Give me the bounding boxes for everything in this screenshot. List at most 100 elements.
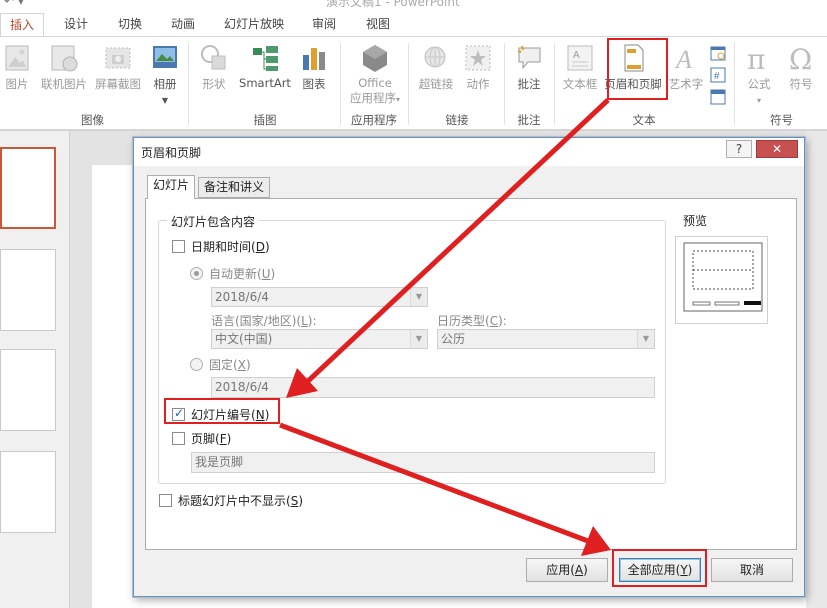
ribbon-tabs: 插入 设计 切换 动画 幻灯片放映 审阅 视图 — [0, 10, 827, 36]
header-footer-dialog: 页眉和页脚 ? ✕ 幻灯片 备注和讲义 幻灯片包含内容 日期和时间(D) 自动更… — [133, 137, 805, 597]
equation-button[interactable]: π 公式 ▾ — [742, 43, 776, 106]
symbol-label: 符号 — [789, 77, 813, 91]
dropdown-arrow-icon: ▾ — [395, 95, 400, 104]
header-footer-button[interactable]: 页眉和页脚 — [602, 43, 664, 92]
album-button[interactable]: 相册 ▼ — [148, 43, 182, 106]
action-button[interactable]: 动作 — [462, 43, 494, 92]
auto-date-combo[interactable]: 2018/6/4 ▼ — [211, 287, 428, 307]
slide-number-checkbox[interactable]: 幻灯片编号(N) — [172, 406, 269, 423]
group-separator — [504, 43, 505, 125]
tab-design[interactable]: 设计 — [56, 13, 96, 36]
group-label-apps: 应用程序 — [351, 113, 397, 127]
footer-checkbox[interactable]: 页脚(F) — [172, 430, 231, 447]
chevron-down-icon[interactable]: ▼ — [637, 330, 654, 348]
footer-check[interactable] — [172, 432, 185, 445]
fixed-date-input[interactable]: 2018/6/4 — [211, 377, 655, 398]
screenshot-label: 屏幕截图 — [95, 77, 141, 91]
shapes-button[interactable]: 形状 — [196, 43, 232, 92]
group-separator — [340, 43, 341, 125]
slide-number-icon[interactable]: # — [710, 67, 726, 83]
chevron-down-icon[interactable]: ▼ — [410, 288, 427, 306]
group-label-text: 文本 — [632, 113, 656, 127]
help-button[interactable]: ? — [726, 140, 752, 158]
date-time-label: 日期和时间 — [191, 240, 252, 254]
online-picture-icon — [51, 45, 78, 72]
group-separator — [188, 43, 189, 125]
slide-number-check[interactable] — [172, 406, 185, 421]
auto-update-radio-dot[interactable] — [190, 267, 203, 280]
auto-update-radio[interactable]: 自动更新(U) — [190, 265, 275, 282]
dropdown-arrow-icon: ▾ — [756, 96, 761, 105]
date-time-icon[interactable] — [710, 45, 726, 61]
fixed-radio[interactable]: 固定(X) — [190, 356, 251, 373]
online-picture-label: 联机图片 — [41, 77, 87, 91]
omega-icon: Ω — [789, 43, 812, 73]
preview-label: 预览 — [683, 214, 708, 228]
svg-text:π: π — [747, 43, 765, 73]
calendar-key: C — [489, 314, 499, 328]
smartart-button[interactable]: SmartArt — [236, 43, 294, 90]
date-time-checkbox[interactable]: 日期和时间(D) — [172, 238, 270, 255]
cancel-button[interactable]: 取消 — [711, 558, 793, 582]
slide-thumbnail[interactable] — [0, 249, 56, 331]
include-group-title: 幻灯片包含内容 — [167, 213, 260, 230]
apply-all-button[interactable]: 全部应用(Y) — [619, 558, 701, 582]
chart-icon — [303, 48, 325, 70]
apply-button[interactable]: 应用(A) — [526, 558, 608, 582]
online-picture-button[interactable]: 联机图片 — [38, 43, 90, 92]
include-group: 幻灯片包含内容 — [158, 213, 666, 484]
auto-date-value: 2018/6/4 — [215, 290, 269, 304]
date-time-key: D — [255, 240, 265, 254]
language-combo[interactable]: 中文(中国) ▼ — [211, 329, 428, 349]
chart-button[interactable]: 图表 — [298, 43, 330, 92]
tab-review[interactable]: 审阅 — [304, 13, 344, 36]
tab-animations[interactable]: 动画 — [163, 13, 203, 36]
slide-thumbnail[interactable] — [0, 349, 56, 431]
footer-key: F — [219, 432, 227, 446]
hide-on-title-checkbox[interactable]: 标题幻灯片中不显示(S) — [159, 492, 303, 509]
undo-icon[interactable]: ↶ ▾ — [4, 0, 24, 8]
chevron-down-icon[interactable]: ▼ — [410, 330, 427, 348]
textbox-button[interactable]: A 文本框 — [560, 43, 600, 92]
comment-label: 批注 — [517, 77, 541, 91]
tab-view[interactable]: 视图 — [358, 13, 398, 36]
hide-on-title-check[interactable] — [159, 494, 172, 507]
window-title: 演示文稿1 - PowerPoint — [326, 0, 460, 9]
object-icon[interactable] — [710, 89, 726, 105]
auto-update-key: U — [261, 267, 271, 281]
picture-button[interactable]: 图片 — [0, 43, 34, 92]
chart-label: 图表 — [302, 77, 326, 91]
symbol-button[interactable]: Ω 符号 — [784, 43, 818, 92]
footer-text-input[interactable]: 我是页脚 — [191, 452, 655, 473]
slide-thumbnail[interactable] — [0, 451, 56, 533]
close-button[interactable]: ✕ — [756, 140, 798, 158]
comment-button[interactable]: 批注 — [512, 43, 546, 92]
hyperlink-button[interactable]: 超链接 — [414, 43, 458, 92]
preview-slide-diagram — [683, 242, 763, 312]
title-bar: ↶ ▾ 演示文稿1 - PowerPoint — [0, 0, 827, 10]
office-apps-label-2: 应用程序 — [349, 91, 396, 105]
date-time-check[interactable] — [172, 240, 185, 253]
vertical-scrollbar[interactable] — [806, 131, 827, 608]
ribbon: 图片 联机图片 屏幕截图 相册 ▼ 图像 形状 SmartArt 图表 插图 Of… — [0, 36, 827, 130]
tab-insert[interactable]: 插入 — [0, 13, 44, 36]
slide-thumbnail[interactable] — [0, 147, 56, 229]
smartart-icon — [253, 46, 278, 71]
wordart-icon: A — [674, 45, 692, 73]
wordart-button[interactable]: A 艺术字 — [668, 43, 704, 92]
auto-update-label: 自动更新 — [209, 267, 258, 281]
tab-notes-handouts[interactable]: 备注和讲义 — [198, 177, 271, 198]
pi-icon: π — [747, 43, 765, 73]
dialog-title: 页眉和页脚 — [141, 146, 202, 160]
svg-text:#: # — [714, 71, 720, 82]
tab-slideshow[interactable]: 幻灯片放映 — [218, 13, 290, 36]
thumbnail-pane[interactable] — [0, 131, 70, 608]
tab-transitions[interactable]: 切换 — [110, 13, 150, 36]
header-footer-label: 页眉和页脚 — [604, 77, 662, 91]
tab-slide[interactable]: 幻灯片 — [147, 175, 196, 199]
calendar-combo[interactable]: 公历 ▼ — [437, 329, 655, 349]
screenshot-button[interactable]: 屏幕截图 — [92, 43, 144, 92]
fixed-radio-dot[interactable] — [190, 358, 203, 371]
office-apps-button[interactable]: Office 应用程序▾ — [344, 43, 406, 106]
language-value: 中文(中国) — [215, 332, 273, 346]
